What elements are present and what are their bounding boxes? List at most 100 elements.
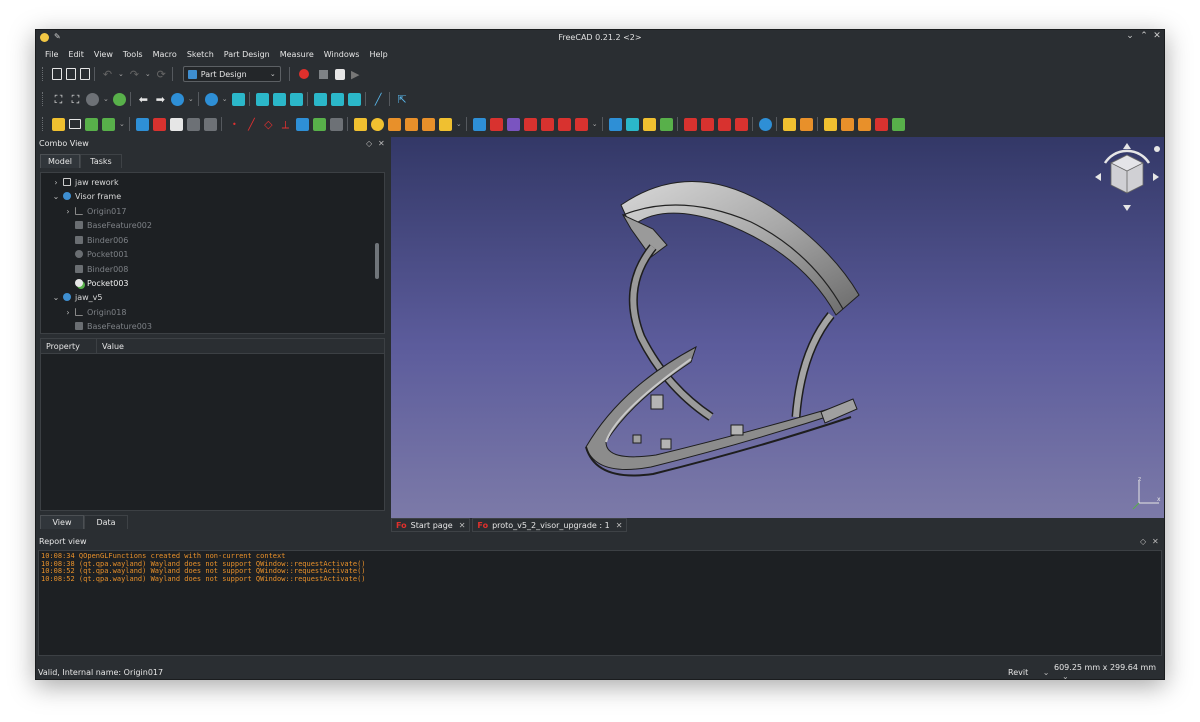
bounding-box-icon[interactable] bbox=[112, 92, 126, 106]
sync-view-icon[interactable] bbox=[170, 92, 184, 106]
visor-frame-model[interactable] bbox=[391, 137, 1165, 518]
chevron-down-icon[interactable]: ⌄ bbox=[51, 293, 61, 302]
isometric-view-icon[interactable] bbox=[231, 92, 245, 106]
report-log[interactable]: 10:08:34 QOpenGLFunctions created with n… bbox=[38, 550, 1162, 656]
multi-transform-icon[interactable] bbox=[659, 117, 673, 131]
undo-icon[interactable]: ↶ bbox=[101, 68, 114, 81]
linear-pattern-icon[interactable] bbox=[625, 117, 639, 131]
refresh-icon[interactable]: ⟳ bbox=[155, 68, 168, 81]
tab-data[interactable]: Data bbox=[84, 515, 128, 529]
clone-icon[interactable] bbox=[203, 117, 217, 131]
move-feature-icon[interactable] bbox=[102, 117, 115, 131]
fused-shape-icon[interactable] bbox=[295, 117, 309, 131]
close-icon[interactable]: ✕ bbox=[1151, 31, 1163, 41]
chevron-down-icon[interactable]: ⌄ bbox=[51, 192, 61, 201]
minimize-icon[interactable]: ⌄ bbox=[1124, 31, 1136, 41]
additive-loft-icon[interactable] bbox=[387, 117, 401, 131]
fit-selection-icon[interactable]: ⛶ bbox=[69, 93, 82, 106]
execute-macro-icon[interactable]: ▶ bbox=[349, 68, 362, 81]
tree-item-visor-frame[interactable]: ⌄ Visor frame bbox=[41, 189, 376, 203]
forward-icon[interactable]: ➡ bbox=[154, 93, 167, 106]
measure-refresh-icon[interactable] bbox=[823, 117, 837, 131]
tab-visor-upgrade[interactable]: Fo proto_v5_2_visor_upgrade : 1 ✕ bbox=[472, 518, 628, 532]
menu-tools[interactable]: Tools bbox=[118, 50, 148, 59]
subtractive-pipe-icon[interactable] bbox=[540, 117, 554, 131]
tree-item-jaw-v5[interactable]: ⌄ jaw_v5 bbox=[41, 290, 376, 304]
create-body-icon[interactable] bbox=[52, 117, 65, 131]
chevron-right-icon[interactable]: › bbox=[51, 178, 61, 187]
sync-dropdown-icon[interactable]: ⌄ bbox=[188, 95, 194, 103]
set-tip-icon[interactable] bbox=[85, 117, 98, 131]
std-views-icon[interactable] bbox=[204, 92, 218, 106]
boolean-icon[interactable] bbox=[758, 117, 772, 131]
validate-sketch-icon[interactable] bbox=[152, 117, 166, 131]
menu-file[interactable]: File bbox=[40, 50, 63, 59]
bottom-view-icon[interactable] bbox=[330, 92, 344, 106]
tree-item-pocket001[interactable]: Pocket001 bbox=[41, 247, 376, 261]
menu-help[interactable]: Help bbox=[364, 50, 392, 59]
polar-pattern-icon[interactable] bbox=[642, 117, 656, 131]
record-macro-icon[interactable] bbox=[298, 69, 309, 79]
move-dropdown-icon[interactable]: ⌄ bbox=[119, 120, 125, 128]
mirrored-icon[interactable] bbox=[608, 117, 622, 131]
back-icon[interactable]: ⬅ bbox=[137, 93, 150, 106]
tab-model[interactable]: Model bbox=[40, 154, 80, 168]
tree-item-pocket003[interactable]: Pocket003 bbox=[41, 276, 376, 290]
sub-shape-icon[interactable] bbox=[312, 117, 326, 131]
menu-macro[interactable]: Macro bbox=[148, 50, 182, 59]
thickness-icon[interactable] bbox=[734, 117, 748, 131]
revolution-icon[interactable] bbox=[370, 117, 384, 131]
tree-item-binder008[interactable]: Binder008 bbox=[41, 262, 376, 276]
tab-start-page[interactable]: Fo Start page ✕ bbox=[391, 518, 471, 532]
macros-icon[interactable] bbox=[334, 68, 345, 80]
additive-pipe-icon[interactable] bbox=[404, 117, 418, 131]
redo-dropdown-icon[interactable]: ⌄ bbox=[145, 70, 151, 78]
additive-primitive-icon[interactable] bbox=[438, 117, 452, 131]
pad-icon[interactable] bbox=[353, 117, 367, 131]
chevron-right-icon[interactable]: › bbox=[63, 207, 73, 216]
chamfer-icon[interactable] bbox=[700, 117, 714, 131]
menu-part-design[interactable]: Part Design bbox=[219, 50, 275, 59]
measure-distance-icon[interactable]: ╱ bbox=[372, 93, 385, 106]
navigation-style-selector[interactable]: Revit ⌄ bbox=[1008, 668, 1049, 677]
toolbar-grip[interactable] bbox=[42, 67, 44, 81]
menu-windows[interactable]: Windows bbox=[319, 50, 365, 59]
property-column-header[interactable]: Property bbox=[41, 339, 97, 353]
std-views-dropdown-icon[interactable]: ⌄ bbox=[222, 95, 228, 103]
local-cs-icon[interactable]: ⟂ bbox=[279, 118, 292, 131]
pocket-icon[interactable] bbox=[472, 117, 486, 131]
redo-icon[interactable]: ↷ bbox=[128, 68, 141, 81]
measure-toggle-delta-icon[interactable] bbox=[891, 117, 905, 131]
top-view-icon[interactable] bbox=[272, 92, 286, 106]
chevron-right-icon[interactable]: › bbox=[63, 308, 73, 317]
value-column-header[interactable]: Value bbox=[97, 339, 384, 353]
measure-angular-icon[interactable] bbox=[799, 117, 813, 131]
menu-sketch[interactable]: Sketch bbox=[182, 50, 219, 59]
workbench-selector[interactable]: Part Design ⌄ bbox=[182, 66, 281, 82]
datum-line-icon[interactable]: ╱ bbox=[245, 118, 258, 131]
tree-item-origin017[interactable]: › Origin017 bbox=[41, 204, 376, 218]
new-document-icon[interactable] bbox=[52, 68, 62, 80]
open-document-icon[interactable] bbox=[66, 68, 76, 80]
subtractive-primitive-icon[interactable] bbox=[574, 117, 588, 131]
tree-item-basefeature003[interactable]: BaseFeature003 bbox=[41, 319, 376, 333]
menu-view[interactable]: View bbox=[89, 50, 118, 59]
subtractive-loft-icon[interactable] bbox=[523, 117, 537, 131]
fillet-icon[interactable] bbox=[683, 117, 697, 131]
measure-toggle-icon[interactable] bbox=[857, 117, 871, 131]
tree-item-basefeature002[interactable]: BaseFeature002 bbox=[41, 218, 376, 232]
rear-view-icon[interactable] bbox=[313, 92, 327, 106]
hole-icon[interactable] bbox=[489, 117, 503, 131]
tree-item-origin018[interactable]: › Origin018 bbox=[41, 305, 376, 319]
subtractive-dropdown-icon[interactable]: ⌄ bbox=[592, 120, 598, 128]
clone-shape-icon[interactable] bbox=[329, 117, 343, 131]
datum-point-icon[interactable]: • bbox=[228, 118, 241, 131]
additive-helix-icon[interactable] bbox=[421, 117, 435, 131]
toolbar-grip[interactable] bbox=[42, 117, 44, 131]
3d-viewport[interactable]: z x bbox=[391, 137, 1165, 518]
undo-dropdown-icon[interactable]: ⌄ bbox=[118, 70, 124, 78]
maximize-icon[interactable]: ⌃ bbox=[1138, 31, 1150, 41]
tree-item-binder006[interactable]: Binder006 bbox=[41, 233, 376, 247]
create-part-icon[interactable] bbox=[69, 119, 81, 129]
front-view-icon[interactable] bbox=[255, 92, 269, 106]
